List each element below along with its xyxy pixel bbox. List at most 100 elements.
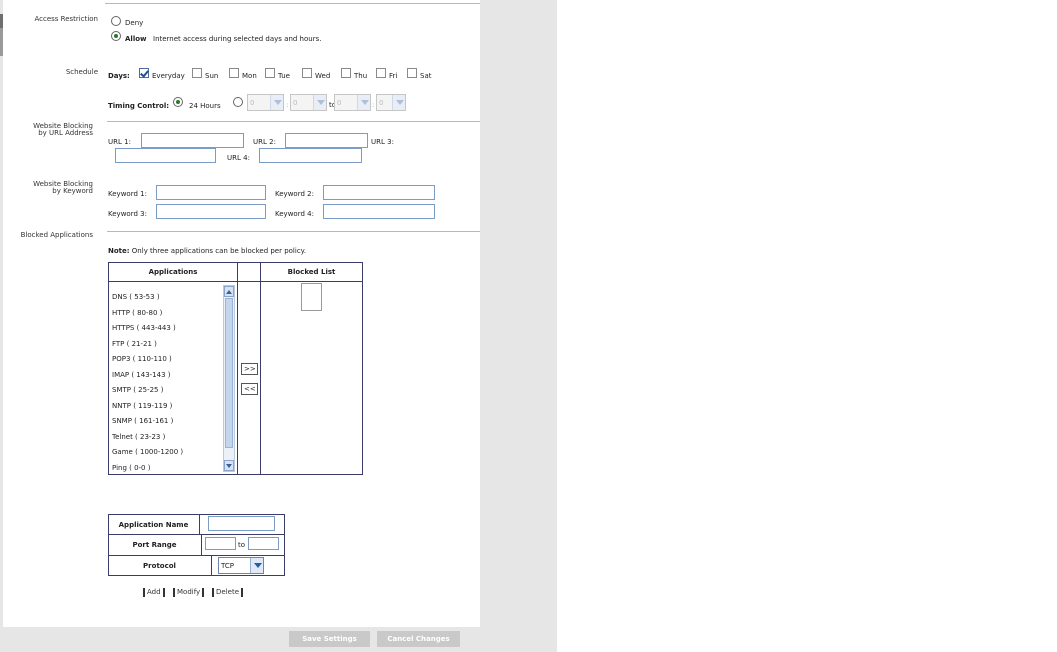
application-list-item[interactable]: FTP ( 21-21 ): [112, 340, 157, 348]
add-button[interactable]: Add: [143, 588, 165, 597]
application-list-item[interactable]: Ping ( 0-0 ): [112, 464, 150, 472]
scroll-down-arrow-icon[interactable]: [224, 460, 234, 471]
top-divider: [105, 3, 480, 4]
remove-from-blocked-button[interactable]: <<: [241, 383, 258, 395]
scrollbar-thumb[interactable]: [225, 298, 233, 448]
day-label-sun: Sun: [205, 72, 219, 80]
day-checkbox-sun[interactable]: [192, 68, 202, 78]
start-minute-select[interactable]: 0: [290, 94, 327, 111]
protocol-label: Protocol: [143, 562, 176, 570]
day-label-sat: Sat: [420, 72, 432, 80]
url1-label: URL 1:: [108, 138, 131, 146]
time-colon-2: :: [372, 101, 375, 109]
day-checkbox-everyday[interactable]: [139, 68, 149, 78]
url3-input[interactable]: [115, 148, 216, 163]
application-list-item[interactable]: SMTP ( 25-25 ): [112, 386, 163, 394]
blocked-list-header: Blocked List: [287, 268, 336, 276]
url3-label: URL 3:: [371, 138, 394, 146]
access-restriction-label: Access Restriction: [34, 15, 98, 23]
url-blocking-label-2: by URL Address: [38, 129, 93, 137]
url2-input[interactable]: [285, 133, 368, 148]
end-hour-select[interactable]: 0: [334, 94, 371, 111]
protocol-value: TCP: [221, 562, 234, 570]
note-bold: Note:: [108, 247, 130, 255]
24-hours-radio[interactable]: [173, 97, 183, 107]
time-colon-1: :: [286, 101, 289, 109]
keyword3-input[interactable]: [156, 204, 266, 219]
application-list-item[interactable]: HTTP ( 80-80 ): [112, 309, 162, 317]
chevron-down-icon: [313, 95, 326, 110]
keyword2-input[interactable]: [323, 185, 435, 200]
allow-radio[interactable]: [111, 31, 121, 41]
modify-button[interactable]: Modify: [173, 588, 205, 597]
timing-control-label: Timing Control:: [108, 102, 170, 110]
form-row-divider: [108, 534, 285, 535]
start-hour-select[interactable]: 0: [247, 94, 284, 111]
deny-radio[interactable]: [111, 16, 121, 26]
day-label-thu: Thu: [354, 72, 368, 80]
port-range-start-input[interactable]: [205, 537, 236, 550]
application-list-item[interactable]: IMAP ( 143-143 ): [112, 371, 171, 379]
applications-scrollbar[interactable]: [223, 285, 235, 472]
day-checkbox-mon[interactable]: [229, 68, 239, 78]
form-divider: [201, 534, 202, 555]
deny-label: Deny: [125, 19, 144, 27]
port-range-label: Port Range: [132, 541, 177, 549]
applications-note: Note: Only three applications can be blo…: [108, 247, 306, 255]
protocol-select[interactable]: TCP: [218, 557, 264, 574]
application-name-label: Application Name: [118, 521, 189, 529]
port-range-to-label: to: [238, 541, 246, 549]
day-label-fri: Fri: [389, 72, 398, 80]
application-list-item[interactable]: Game ( 1000-1200 ): [112, 448, 183, 456]
keyword-blocking-label-2: by Keyword: [52, 187, 93, 195]
url2-label: URL 2:: [253, 138, 276, 146]
start-minute-value: 0: [293, 99, 298, 107]
allow-description: Internet access during selected days and…: [153, 35, 322, 43]
cancel-changes-button[interactable]: Cancel Changes: [377, 631, 460, 647]
chevron-down-icon: [392, 95, 405, 110]
url1-input[interactable]: [141, 133, 244, 148]
keyword3-label: Keyword 3:: [108, 210, 147, 218]
application-list-item[interactable]: DNS ( 53-53 ): [112, 293, 160, 301]
end-minute-select[interactable]: 0: [376, 94, 406, 111]
application-list-item[interactable]: NNTP ( 119-119 ): [112, 402, 172, 410]
day-checkbox-tue[interactable]: [265, 68, 275, 78]
keyword2-label: Keyword 2:: [275, 190, 314, 198]
allow-label: Allow: [125, 35, 147, 43]
keyword4-label: Keyword 4:: [275, 210, 314, 218]
day-checkbox-sat[interactable]: [407, 68, 417, 78]
blocked-applications-label: Blocked Applications: [20, 231, 93, 239]
form-divider: [199, 514, 200, 534]
application-list-item[interactable]: POP3 ( 110-110 ): [112, 355, 172, 363]
applications-header: Applications: [148, 268, 198, 276]
day-label-wed: Wed: [315, 72, 331, 80]
custom-time-radio[interactable]: [233, 97, 243, 107]
24-hours-label: 24 Hours: [189, 102, 221, 110]
keyword4-input[interactable]: [323, 204, 435, 219]
day-checkbox-fri[interactable]: [376, 68, 386, 78]
application-list-item[interactable]: SNMP ( 161-161 ): [112, 417, 173, 425]
scroll-up-arrow-icon[interactable]: [224, 286, 234, 297]
day-label-mon: Mon: [242, 72, 257, 80]
day-checkbox-thu[interactable]: [341, 68, 351, 78]
blocked-listbox[interactable]: [301, 283, 322, 311]
add-to-blocked-button[interactable]: >>: [241, 363, 258, 375]
start-hour-value: 0: [250, 99, 255, 107]
application-list-item[interactable]: HTTPS ( 443-443 ): [112, 324, 176, 332]
day-label-everyday: Everyday: [152, 72, 185, 80]
application-list-item[interactable]: Telnet ( 23-23 ): [112, 433, 165, 441]
port-range-end-input[interactable]: [248, 537, 279, 550]
divider: [107, 121, 480, 122]
schedule-label: Schedule: [65, 68, 98, 76]
delete-button[interactable]: Delete: [212, 588, 243, 597]
url4-input[interactable]: [259, 148, 362, 163]
application-name-input[interactable]: [208, 516, 275, 531]
save-settings-button[interactable]: Save Settings: [289, 631, 370, 647]
day-checkbox-wed[interactable]: [302, 68, 312, 78]
form-divider: [211, 555, 212, 576]
divider: [107, 231, 480, 232]
note-text: Only three applications can be blocked p…: [131, 247, 307, 255]
keyword1-input[interactable]: [156, 185, 266, 200]
form-row-divider: [108, 555, 285, 556]
day-label-tue: Tue: [278, 72, 290, 80]
